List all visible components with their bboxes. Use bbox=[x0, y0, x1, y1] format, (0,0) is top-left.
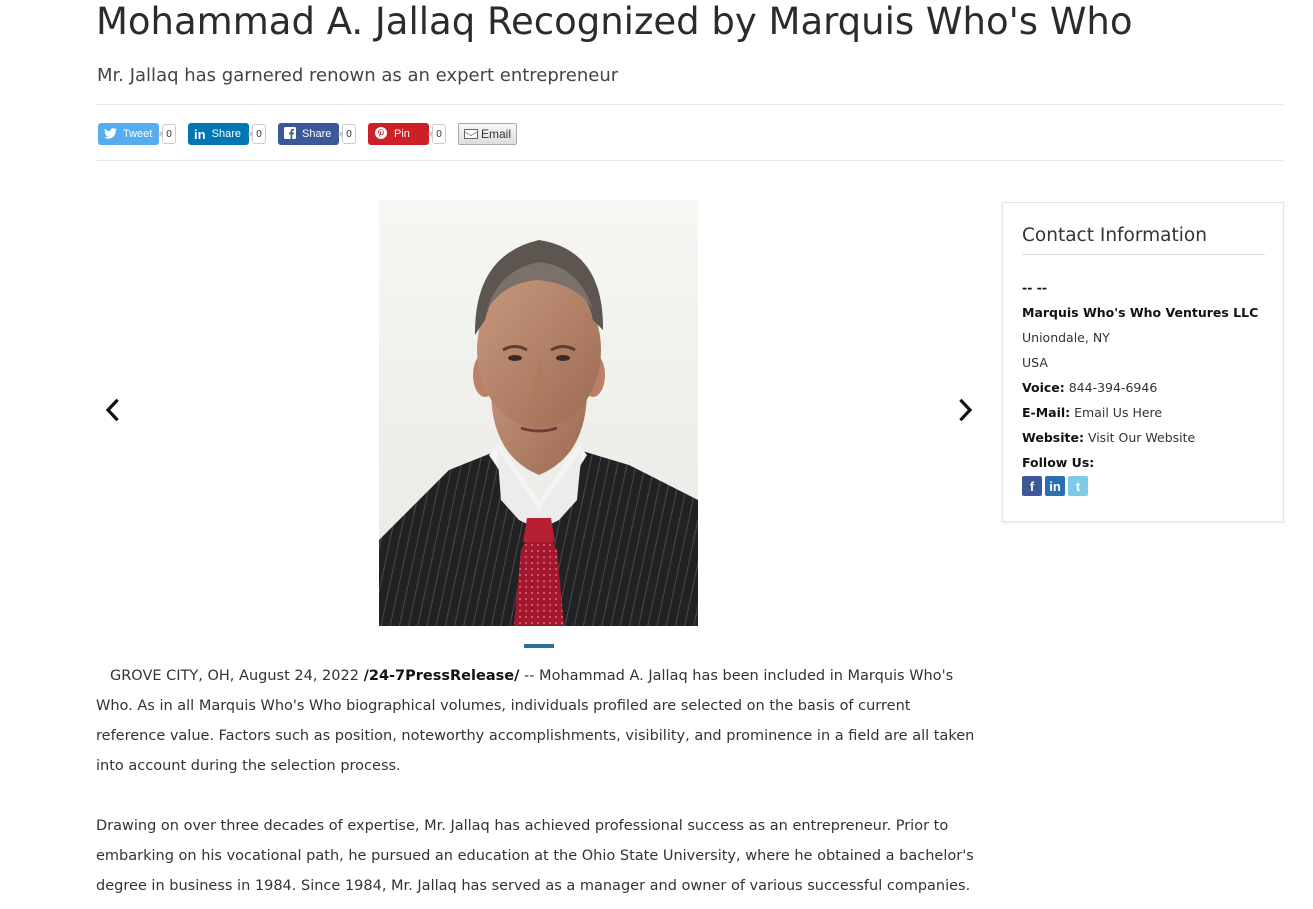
divider bbox=[1022, 254, 1265, 255]
article-paragraph: GROVE CITY, OH, August 24, 2022 /24-7Pre… bbox=[96, 661, 976, 781]
share-bar: Tweet 0 in Share 0 Share 0 Pin 0 Email bbox=[98, 122, 517, 146]
pinterest-pin-button[interactable]: Pin bbox=[368, 123, 429, 145]
portrait-illustration bbox=[379, 200, 698, 626]
linkedin-icon[interactable]: in bbox=[1045, 476, 1065, 496]
tweet-count: 0 bbox=[158, 124, 176, 144]
linkedin-share-label: Share bbox=[211, 128, 241, 140]
press-release-page: Mohammad A. Jallaq Recognized by Marquis… bbox=[0, 0, 1313, 909]
paragraph-text: Drawing on over three decades of experti… bbox=[96, 818, 974, 894]
email-us-link[interactable]: Email Us Here bbox=[1074, 405, 1162, 420]
website-label: Website: bbox=[1022, 430, 1084, 445]
chevron-left-icon bbox=[105, 398, 119, 422]
tweet-label: Tweet bbox=[123, 128, 153, 140]
facebook-icon[interactable]: f bbox=[1022, 476, 1042, 496]
pinterest-share-group: Pin 0 bbox=[368, 123, 446, 145]
contact-country: USA bbox=[1022, 355, 1048, 370]
email-share-label: Email bbox=[480, 127, 511, 141]
page-title: Mohammad A. Jallaq Recognized by Marquis… bbox=[96, 0, 1133, 43]
company-row: Marquis Who's Who Ventures LLC bbox=[1022, 300, 1258, 325]
contact-panel-title: Contact Information bbox=[1022, 225, 1207, 246]
linkedin-icon: in bbox=[194, 126, 206, 142]
social-links: f in t bbox=[1022, 476, 1091, 496]
facebook-share-group: Share 0 bbox=[278, 123, 356, 145]
company-name: Marquis Who's Who Ventures LLC bbox=[1022, 305, 1259, 320]
twitter-bird-icon bbox=[104, 127, 117, 142]
envelope-icon bbox=[463, 129, 478, 139]
carousel-prev-button[interactable] bbox=[101, 398, 125, 422]
dateline: GROVE CITY, OH, August 24, 2022 bbox=[110, 668, 359, 684]
pinterest-pin-label: Pin bbox=[394, 128, 410, 140]
twitter-icon[interactable]: t bbox=[1068, 476, 1088, 496]
website-row: Website: Visit Our Website bbox=[1022, 425, 1258, 450]
facebook-icon bbox=[284, 126, 296, 142]
facebook-share-button[interactable]: Share bbox=[278, 123, 339, 145]
portrait-photo bbox=[379, 200, 698, 626]
carousel-indicator-active[interactable] bbox=[524, 644, 554, 648]
follow-label: Follow Us: bbox=[1022, 455, 1095, 470]
tweet-button[interactable]: Tweet bbox=[98, 123, 159, 145]
voice-row: Voice: 844-394-6946 bbox=[1022, 375, 1258, 400]
article-paragraph: Drawing on over three decades of experti… bbox=[96, 811, 976, 901]
pinterest-pin-count: 0 bbox=[428, 124, 446, 144]
page-subtitle: Mr. Jallaq has garnered renown as an exp… bbox=[97, 65, 619, 86]
chevron-right-icon bbox=[959, 398, 973, 422]
image-carousel bbox=[96, 200, 980, 650]
email-label: E-Mail: bbox=[1022, 405, 1071, 420]
linkedin-share-button[interactable]: in Share bbox=[188, 123, 249, 145]
carousel-next-button[interactable] bbox=[953, 398, 977, 422]
facebook-share-count: 0 bbox=[338, 124, 356, 144]
pinterest-icon bbox=[374, 126, 388, 142]
linkedin-share-group: in Share 0 bbox=[188, 123, 266, 145]
website-link[interactable]: Visit Our Website bbox=[1088, 430, 1195, 445]
press-release-source: /24-7PressRelease/ bbox=[363, 668, 520, 684]
contact-information-panel: Contact Information -- -- Marquis Who's … bbox=[1002, 202, 1284, 522]
tweet-share-group: Tweet 0 bbox=[98, 123, 176, 145]
voice-number: 844-394-6946 bbox=[1068, 380, 1158, 395]
article-body: GROVE CITY, OH, August 24, 2022 /24-7Pre… bbox=[96, 661, 976, 909]
email-share-button[interactable]: Email bbox=[458, 123, 517, 145]
contact-details: -- -- Marquis Who's Who Ventures LLC Uni… bbox=[1022, 275, 1258, 475]
divider bbox=[96, 104, 1283, 105]
contact-city: Uniondale, NY bbox=[1022, 330, 1110, 345]
follow-row: Follow Us: bbox=[1022, 450, 1258, 475]
divider bbox=[96, 160, 1283, 161]
contact-name: -- -- bbox=[1022, 280, 1048, 295]
linkedin-share-count: 0 bbox=[248, 124, 266, 144]
contact-name-row: -- -- bbox=[1022, 275, 1258, 300]
email-row: E-Mail: Email Us Here bbox=[1022, 400, 1258, 425]
facebook-share-label: Share bbox=[302, 128, 332, 140]
voice-label: Voice: bbox=[1022, 380, 1065, 395]
